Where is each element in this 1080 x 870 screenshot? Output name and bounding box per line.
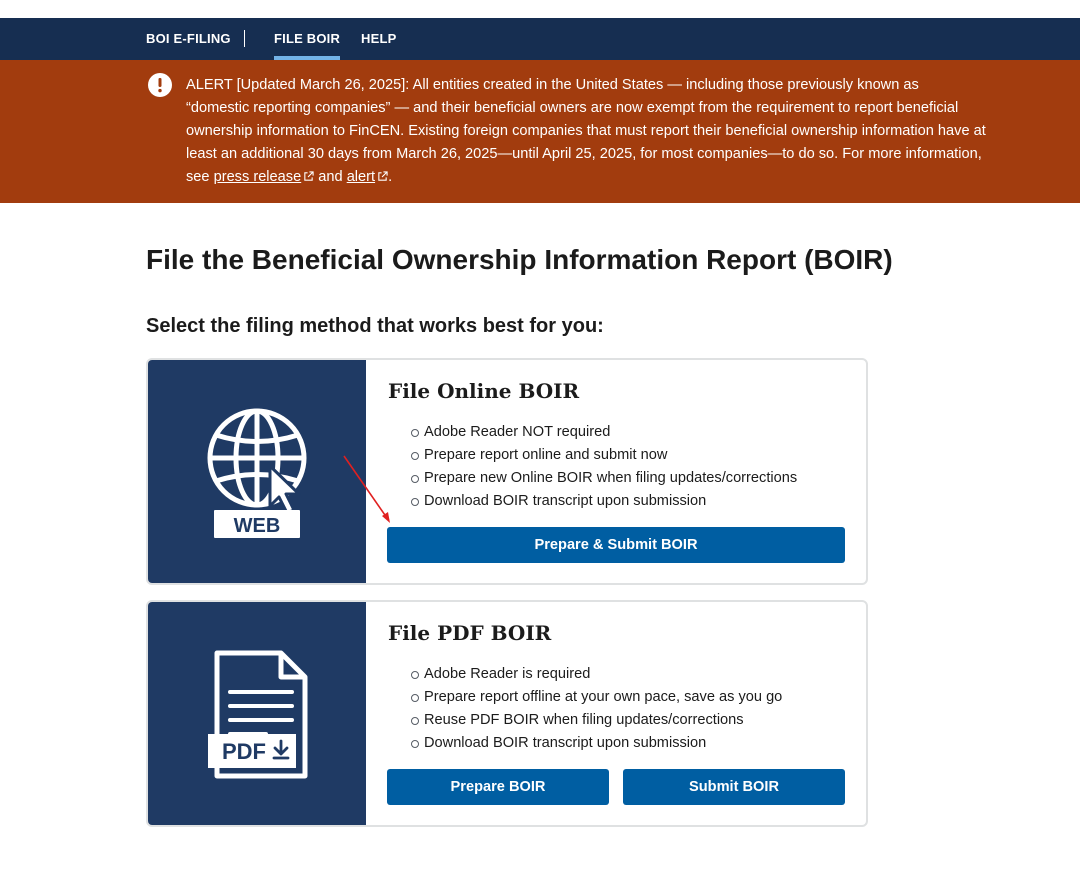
pdf-badge-text: PDF (222, 739, 266, 764)
annotation-arrow-icon (343, 455, 390, 523)
pdf-card-heading: File PDF BOIR (388, 621, 552, 645)
alert-body-text: ALERT [Updated March 26, 2025]: All enti… (186, 77, 986, 185)
external-link-icon (378, 171, 388, 181)
prepare-boir-button[interactable]: Prepare BOIR (387, 769, 609, 805)
list-item: Download BOIR transcript upon submission (388, 490, 797, 513)
nav-item-help[interactable]: HELP (361, 18, 396, 60)
list-item: Adobe Reader NOT required (388, 421, 797, 444)
list-item: Adobe Reader is required (388, 663, 782, 686)
list-item: Reuse PDF BOIR when filing updates/corre… (388, 709, 782, 732)
nav-item-file-boir[interactable]: FILE BOIR (274, 18, 341, 60)
top-strip (0, 0, 1080, 18)
exclamation-circle-icon (148, 73, 172, 97)
alert-message: ALERT [Updated March 26, 2025]: All enti… (186, 74, 986, 189)
press-release-link[interactable]: press release (214, 169, 302, 185)
list-item: Prepare new Online BOIR when filing upda… (388, 467, 797, 490)
file-pdf-card: PDF File PDF BOIR Adobe Reader is requir… (146, 600, 868, 827)
top-navbar: BOI E-FILING FILE BOIR HELP (0, 18, 1080, 60)
list-item: Prepare report online and submit now (388, 444, 797, 467)
pdf-card-body: File PDF BOIR Adobe Reader is required P… (366, 602, 866, 825)
pdf-document-icon: PDF (208, 650, 308, 779)
submit-boir-button[interactable]: Submit BOIR (623, 769, 845, 805)
list-item: Prepare report offline at your own pace,… (388, 686, 782, 709)
page-title: File the Beneficial Ownership Informatio… (146, 244, 893, 275)
globe-cursor-icon: WEB (207, 408, 307, 538)
alert-period: . (388, 169, 393, 185)
and-text: and (318, 169, 343, 185)
nav-divider (244, 30, 245, 47)
pdf-card-media: PDF (148, 602, 366, 825)
online-card-heading: File Online BOIR (388, 379, 580, 403)
online-feature-list: Adobe Reader NOT required Prepare report… (388, 421, 797, 513)
page-subtitle: Select the filing method that works best… (146, 315, 604, 337)
file-online-card: WEB File Online BOIR Adobe Reader NOT re… (146, 358, 868, 585)
alert-link[interactable]: alert (347, 169, 375, 185)
nav-item-boi-efiling[interactable]: BOI E-FILING (146, 18, 231, 60)
online-card-media: WEB (148, 360, 366, 583)
web-badge-text: WEB (234, 515, 281, 537)
online-card-body: File Online BOIR Adobe Reader NOT requir… (366, 360, 866, 583)
prepare-submit-boir-button[interactable]: Prepare & Submit BOIR (387, 527, 845, 563)
pdf-feature-list: Adobe Reader is required Prepare report … (388, 663, 782, 755)
list-item: Download BOIR transcript upon submission (388, 732, 782, 755)
external-link-icon (304, 171, 314, 181)
alert-banner: ALERT [Updated March 26, 2025]: All enti… (0, 60, 1080, 203)
